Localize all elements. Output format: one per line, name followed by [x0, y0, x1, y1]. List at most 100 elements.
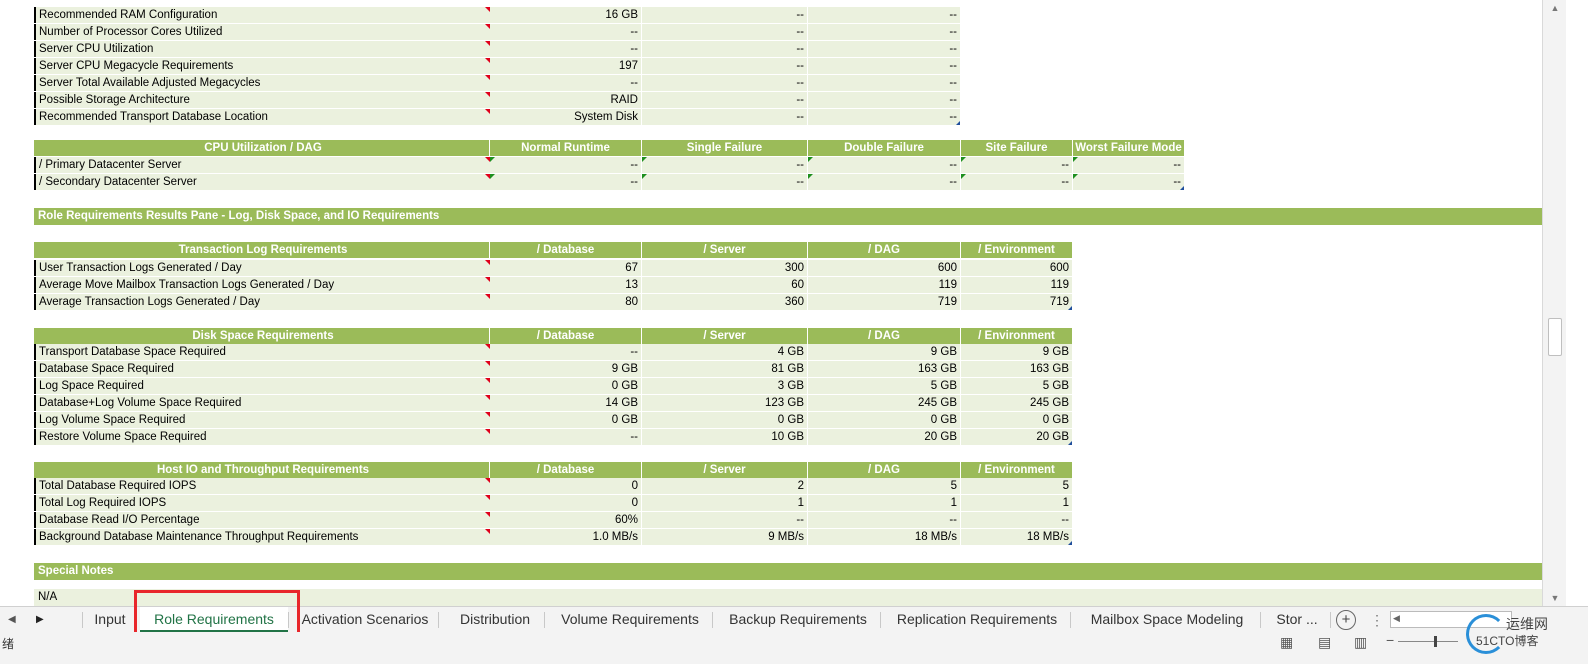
column-header[interactable]: / Database — [490, 242, 642, 258]
cell-value[interactable]: 1 — [961, 495, 1073, 511]
row-label[interactable]: Total Database Required IOPS — [34, 478, 490, 494]
cell-value[interactable]: 119 — [808, 277, 961, 293]
column-header[interactable]: Disk Space Requirements — [34, 328, 490, 344]
cell-value[interactable]: -- — [642, 58, 808, 74]
zoom-slider-handle[interactable] — [1434, 636, 1437, 647]
row-label[interactable]: Database+Log Volume Space Required — [34, 395, 490, 411]
cell-value[interactable]: -- — [961, 157, 1073, 173]
cell-value[interactable]: 119 — [961, 277, 1073, 293]
row-label[interactable]: Total Log Required IOPS — [34, 495, 490, 511]
tab-input[interactable]: Input — [84, 607, 136, 631]
cell-value[interactable]: 18 MB/s — [808, 529, 961, 545]
tab-volume-requirements[interactable]: Volume Requirements — [548, 607, 712, 631]
column-header[interactable]: Site Failure — [961, 140, 1073, 156]
cell-value[interactable]: 3 GB — [642, 378, 808, 394]
column-header[interactable]: Single Failure — [642, 140, 808, 156]
cell-value[interactable]: -- — [490, 75, 642, 91]
cell-value[interactable]: 0 GB — [490, 412, 642, 428]
cell-value[interactable]: 1.0 MB/s — [490, 529, 642, 545]
column-header[interactable]: / DAG — [808, 328, 961, 344]
cell-value[interactable]: 0 — [490, 478, 642, 494]
tab-scroll-left-icon[interactable]: ◀ — [8, 607, 16, 633]
cell-value[interactable]: -- — [490, 24, 642, 40]
cell-value[interactable]: -- — [490, 174, 642, 190]
cell-value[interactable]: 1 — [808, 495, 961, 511]
cell-value[interactable]: 600 — [961, 260, 1073, 276]
row-label[interactable]: Database Read I/O Percentage — [34, 512, 490, 528]
cell-value[interactable]: -- — [808, 157, 961, 173]
tab-backup-requirements[interactable]: Backup Requirements — [716, 607, 880, 631]
cell-value[interactable]: 18 MB/s — [961, 529, 1073, 545]
cell-value[interactable]: -- — [808, 174, 961, 190]
column-header[interactable]: / DAG — [808, 462, 961, 478]
cell-value[interactable]: 60% — [490, 512, 642, 528]
column-header[interactable]: / DAG — [808, 242, 961, 258]
special-notes-text[interactable]: N/A — [34, 589, 1560, 606]
cell-value[interactable]: 5 GB — [808, 378, 961, 394]
column-header[interactable]: Worst Failure Mode — [1073, 140, 1185, 156]
cell-value[interactable]: 245 GB — [961, 395, 1073, 411]
cell-value[interactable]: -- — [642, 109, 808, 125]
row-label[interactable]: Background Database Maintenance Throughp… — [34, 529, 490, 545]
column-header[interactable]: / Server — [642, 242, 808, 258]
cell-value[interactable]: 360 — [642, 294, 808, 310]
row-label[interactable]: Restore Volume Space Required — [34, 429, 490, 445]
cell-value[interactable]: 0 — [490, 495, 642, 511]
cell-value[interactable]: 67 — [490, 260, 642, 276]
cell-value[interactable]: System Disk — [490, 109, 642, 125]
cell-value[interactable]: -- — [642, 7, 808, 23]
cell-value[interactable]: 2 — [642, 478, 808, 494]
scroll-down-icon[interactable]: ▼ — [1543, 590, 1566, 606]
cell-value[interactable]: -- — [490, 41, 642, 57]
cell-value[interactable]: 600 — [808, 260, 961, 276]
tab-distribution[interactable]: Distribution — [446, 607, 544, 631]
scroll-up-icon[interactable]: ▲ — [1543, 0, 1566, 16]
more-options-icon[interactable]: ⋮ — [1370, 607, 1384, 633]
row-label[interactable]: Server CPU Utilization — [34, 41, 490, 57]
row-label[interactable]: User Transaction Logs Generated / Day — [34, 260, 490, 276]
row-label[interactable]: / Secondary Datacenter Server — [34, 174, 490, 190]
cell-value[interactable]: 5 — [961, 478, 1073, 494]
cell-value[interactable]: 719 — [961, 294, 1073, 310]
row-label[interactable]: Average Transaction Logs Generated / Day — [34, 294, 490, 310]
row-label[interactable]: Log Space Required — [34, 378, 490, 394]
cell-value[interactable]: 123 GB — [642, 395, 808, 411]
tab-stor[interactable]: Stor ... — [1264, 607, 1330, 631]
cell-value[interactable]: 719 — [808, 294, 961, 310]
row-label[interactable]: Log Volume Space Required — [34, 412, 490, 428]
tab-role-requirements[interactable]: Role Requirements — [140, 607, 288, 632]
cell-value[interactable]: 5 GB — [961, 378, 1073, 394]
row-label[interactable]: / Primary Datacenter Server — [34, 157, 490, 173]
page-layout-icon[interactable]: ▤ — [1318, 634, 1331, 651]
cell-value[interactable]: 163 GB — [961, 361, 1073, 377]
cell-value[interactable]: -- — [642, 157, 808, 173]
cell-value[interactable]: 0 GB — [490, 378, 642, 394]
cell-value[interactable]: -- — [642, 24, 808, 40]
row-label[interactable]: Average Move Mailbox Transaction Logs Ge… — [34, 277, 490, 293]
cell-value[interactable]: -- — [808, 7, 961, 23]
cell-value[interactable]: -- — [808, 512, 961, 528]
cell-value[interactable]: -- — [808, 109, 961, 125]
cell-value[interactable]: 13 — [490, 277, 642, 293]
column-header[interactable]: Double Failure — [808, 140, 961, 156]
cell-value[interactable]: 0 GB — [642, 412, 808, 428]
column-header[interactable]: / Environment — [961, 242, 1073, 258]
cell-value[interactable]: 60 — [642, 277, 808, 293]
cell-value[interactable]: -- — [490, 429, 642, 445]
row-label[interactable]: Database Space Required — [34, 361, 490, 377]
cell-value[interactable]: 245 GB — [808, 395, 961, 411]
column-header[interactable]: / Environment — [961, 328, 1073, 344]
row-label[interactable]: Transport Database Space Required — [34, 344, 490, 360]
cell-value[interactable]: 0 GB — [961, 412, 1073, 428]
cell-value[interactable]: RAID — [490, 92, 642, 108]
vertical-scrollbar[interactable]: ▲ ▼ — [1542, 0, 1566, 606]
tab-mailbox-space-modeling[interactable]: Mailbox Space Modeling — [1074, 607, 1260, 631]
cell-value[interactable]: -- — [808, 41, 961, 57]
column-header[interactable]: Host IO and Throughput Requirements — [34, 462, 490, 478]
cell-value[interactable]: 300 — [642, 260, 808, 276]
row-label[interactable]: Possible Storage Architecture — [34, 92, 490, 108]
row-label[interactable]: Number of Processor Cores Utilized — [34, 24, 490, 40]
cell-value[interactable]: 9 GB — [490, 361, 642, 377]
worksheet[interactable]: Recommended RAM Configuration 16 GB -- -- Nu… — [0, 0, 1566, 606]
row-label[interactable]: Server Total Available Adjusted Megacycl… — [34, 75, 490, 91]
